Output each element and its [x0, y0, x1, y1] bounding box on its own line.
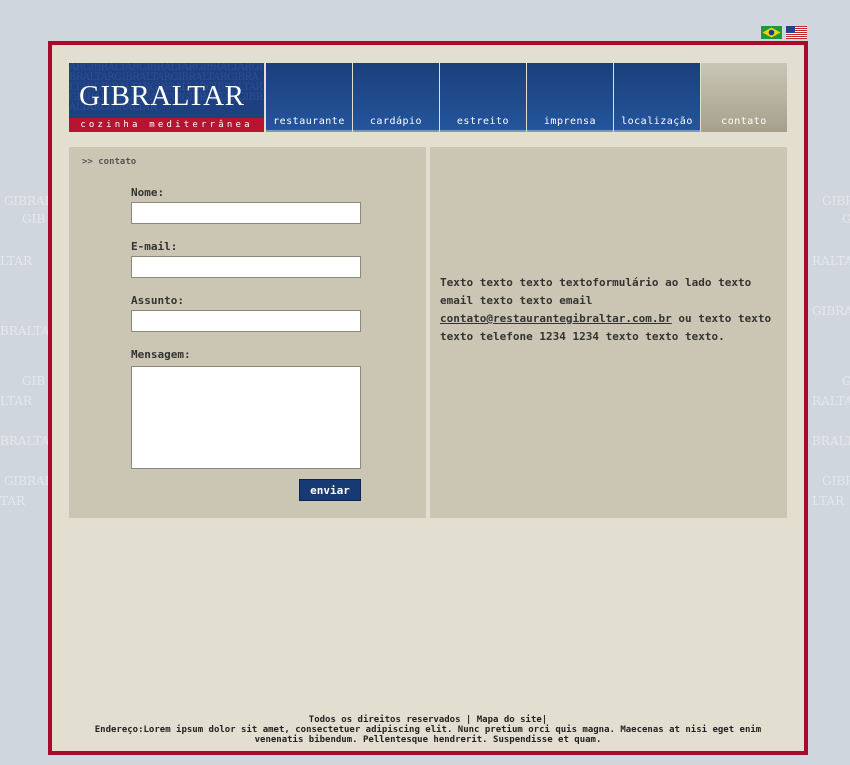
watermark-text: GIBRA	[812, 304, 850, 318]
info-text-after: texto texto texto.	[598, 330, 725, 343]
watermark-text: BRALTA	[0, 324, 50, 338]
watermark-text: TAR	[0, 494, 26, 508]
language-selector	[761, 26, 807, 39]
breadcrumb: >> contato	[82, 157, 137, 167]
watermark-text: RALTAR	[812, 254, 850, 268]
watermark-text: BRALTAR	[812, 434, 850, 448]
watermark-text: RALTAR	[812, 394, 850, 408]
subject-label: Assunto:	[131, 294, 184, 307]
watermark-text: LTAR	[0, 394, 33, 408]
usa-flag-icon[interactable]	[786, 26, 807, 39]
watermark-text: GIBRAL	[0, 474, 53, 488]
name-input[interactable]	[131, 202, 361, 224]
logo[interactable]: ARGIBRALTARGIBRALTARGIBRALTARGIBRALTARGI…	[69, 63, 264, 132]
brazil-flag-icon[interactable]	[761, 26, 782, 39]
message-label: Mensagem:	[131, 348, 191, 361]
nav-item-restaurante[interactable]: restaurante	[266, 63, 352, 132]
info-text-before: Texto texto texto textoformulário ao lad…	[440, 276, 752, 307]
subject-input[interactable]	[131, 310, 361, 332]
logo-name: GIBRALTAR	[79, 80, 245, 112]
nav-item-imprensa[interactable]: imprensa	[527, 63, 613, 132]
watermark-text: LTAR	[0, 254, 33, 268]
main-nav: restaurante cardápio estreito imprensa l…	[266, 63, 788, 132]
contact-info-panel: Texto texto texto textoformulário ao lad…	[430, 147, 787, 518]
contact-form-panel: >> contato Nome: E-mail: Assunto: Mensag…	[69, 147, 426, 518]
main-frame: ARGIBRALTARGIBRALTARGIBRALTARGIBRALTARGI…	[48, 41, 808, 755]
watermark-text: GIB	[22, 212, 46, 226]
watermark-text: GIBRAL	[0, 194, 53, 208]
nav-item-contato[interactable]: contato	[701, 63, 787, 132]
contact-phone: 1234 1234	[539, 330, 599, 343]
nav-item-cardapio[interactable]: cardápio	[353, 63, 439, 132]
logo-tagline: cozinha mediterrânea	[69, 118, 264, 132]
email-input[interactable]	[131, 256, 361, 278]
watermark-text: GIBR	[822, 194, 850, 208]
message-textarea[interactable]	[131, 366, 361, 469]
footer: Todos os direitos reservados | Mapa do s…	[52, 715, 804, 745]
nav-item-localizacao[interactable]: localização	[614, 63, 700, 132]
watermark-text: GIB	[22, 374, 46, 388]
nav-item-estreito[interactable]: estreito	[440, 63, 526, 132]
footer-links[interactable]: Todos os direitos reservados | Mapa do s…	[52, 715, 804, 725]
footer-address: Endereço:Lorem ipsum dolor sit amet, con…	[94, 725, 762, 745]
email-label: E-mail:	[131, 240, 178, 253]
watermark-text: GI	[842, 212, 850, 226]
contact-info-text: Texto texto texto textoformulário ao lad…	[440, 274, 782, 346]
name-label: Nome:	[131, 186, 165, 199]
send-button[interactable]: enviar	[299, 479, 361, 501]
watermark-text: G	[842, 374, 850, 388]
watermark-text: GIBR	[822, 474, 850, 488]
contact-email-link[interactable]: contato@restaurantegibraltar.com.br	[440, 312, 672, 325]
watermark-text: LTAR	[812, 494, 845, 508]
